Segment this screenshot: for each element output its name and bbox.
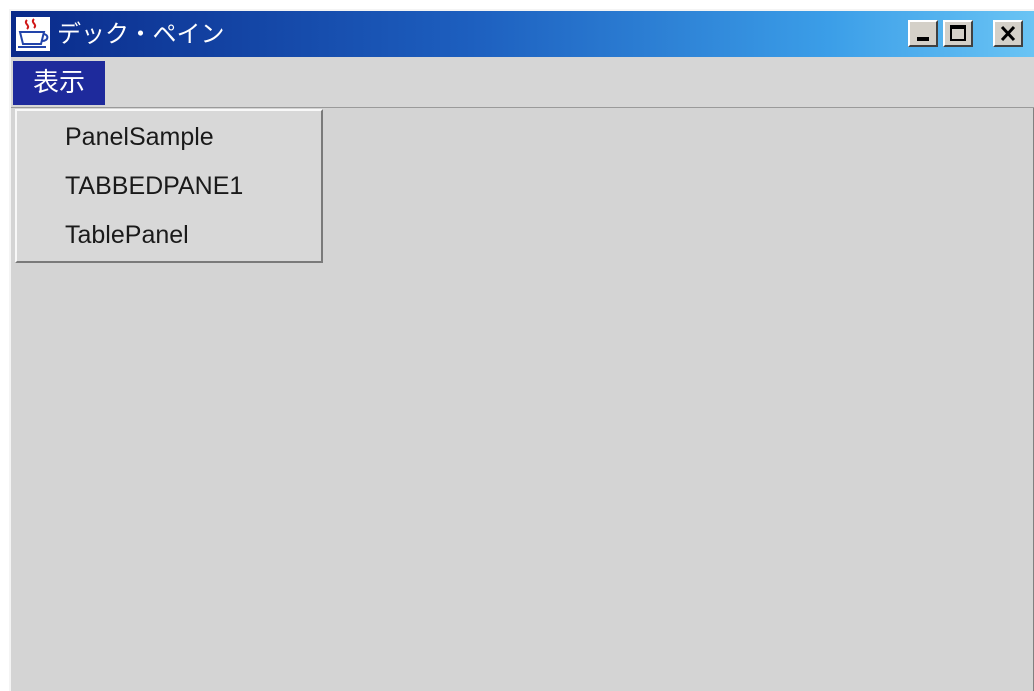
menu-item-tablepanel[interactable]: TablePanel <box>65 215 189 255</box>
close-icon <box>1000 25 1016 42</box>
close-button[interactable] <box>993 20 1023 47</box>
window-title: デック・ペイン <box>57 20 225 48</box>
maximize-icon <box>950 25 966 41</box>
menu-item-tabbedpane1[interactable]: TABBEDPANE1 <box>65 166 243 206</box>
menu-display[interactable]: 表示 <box>13 61 105 105</box>
title-bar[interactable]: デック・ペイン <box>11 11 1034 57</box>
minimize-icon <box>917 37 929 41</box>
application-window: デック・ペイン 表示 PanelSample TABBEDPANE1 Table… <box>9 9 1034 691</box>
menu-bar: 表示 <box>11 57 1034 108</box>
maximize-button[interactable] <box>943 20 973 47</box>
display-dropdown-menu: PanelSample TABBEDPANE1 TablePanel <box>15 109 323 263</box>
menu-item-panelsample[interactable]: PanelSample <box>65 117 214 157</box>
minimize-button[interactable] <box>908 20 938 47</box>
java-coffee-cup-icon[interactable] <box>15 16 51 52</box>
